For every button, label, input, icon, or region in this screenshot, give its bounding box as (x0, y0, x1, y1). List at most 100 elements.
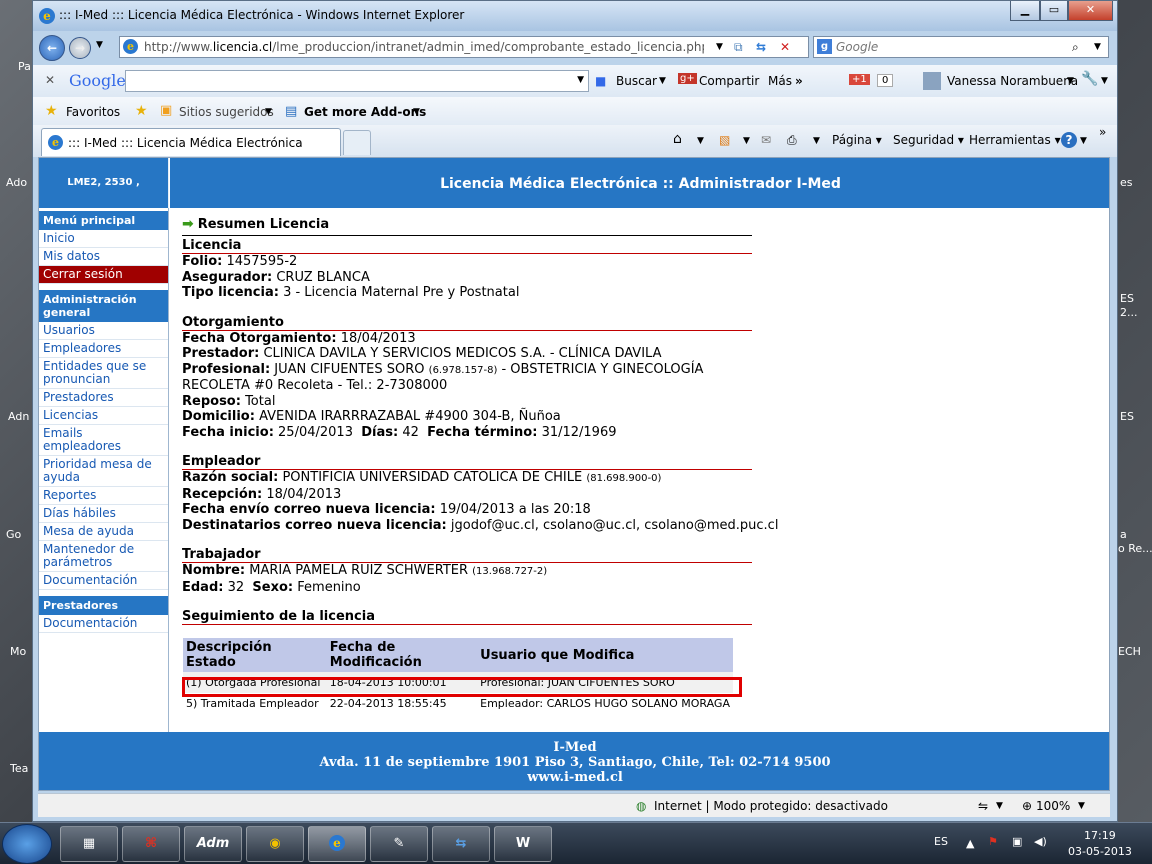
wrench-icon[interactable]: 🔧 (1081, 71, 1098, 87)
highlight-box (182, 677, 742, 697)
url-dropdown-icon[interactable]: ▼ (716, 42, 723, 52)
print-icon[interactable]: ⎙ (787, 133, 797, 148)
sidebar-item-prioridad-mesa[interactable]: Prioridad mesa de ayuda (39, 456, 168, 487)
sidebar-item-emails-empleadores[interactable]: Emails empleadores (39, 425, 168, 456)
desktop-label[interactable]: ES (1120, 410, 1152, 423)
mas-button[interactable]: Más (768, 74, 792, 88)
minimize-button[interactable]: ▁ (1010, 1, 1040, 21)
sitios-sugeridos-link[interactable]: Sitios sugeridos (179, 105, 274, 119)
sidebar-item-prestadores[interactable]: Prestadores (39, 389, 168, 407)
home-icon[interactable]: ⌂ (673, 131, 682, 147)
tray-arrow-icon[interactable]: ▲ (966, 837, 974, 850)
feeds-dropdown-icon[interactable]: ▼ (743, 136, 750, 146)
desktop-label[interactable]: ECH (1118, 645, 1152, 658)
buscar-button[interactable]: Buscar (616, 74, 657, 88)
google-search-input[interactable]: ▼ (125, 70, 589, 92)
zoom-level[interactable]: 100% (1036, 799, 1070, 813)
footer-website[interactable]: www.i-med.cl (39, 770, 1109, 785)
window-title: ::: I-Med ::: Licencia Médica Electrónic… (59, 8, 465, 22)
close-toolbar-icon[interactable]: ✕ (45, 73, 55, 87)
sidebar-item-inicio[interactable]: Inicio (39, 230, 168, 248)
seguridad-menu[interactable]: Seguridad ▾ (893, 133, 964, 147)
close-button[interactable]: ✕ (1068, 1, 1113, 21)
google-dropdown-icon[interactable]: ▼ (577, 75, 584, 85)
compartir-button[interactable]: Compartir (699, 74, 759, 88)
sidebar-item-licencias[interactable]: Licencias (39, 407, 168, 425)
search-dropdown-icon[interactable]: ▼ (1094, 42, 1101, 52)
paint-taskbar-icon[interactable]: ✎ (370, 826, 428, 862)
zoom-dropdown-icon[interactable]: ▼ (1078, 801, 1085, 811)
tab-imed[interactable]: e ::: I-Med ::: Licencia Médica Electrón… (41, 128, 341, 156)
favoritos-button[interactable]: Favoritos (66, 105, 120, 119)
help-dropdown-icon[interactable]: ▼ (1080, 136, 1087, 146)
forward-button[interactable]: → (69, 37, 91, 59)
volume-icon[interactable]: ◀) (1034, 835, 1047, 848)
status-bar: ◍ Internet | Modo protegido: desactivado… (38, 793, 1110, 817)
sugeridos-dropdown-icon[interactable]: ▼ (265, 107, 272, 117)
ie-taskbar-icon[interactable]: e (308, 826, 366, 862)
desktop-label[interactable]: 2... (1120, 306, 1152, 319)
word-taskbar-icon[interactable]: W (494, 826, 552, 862)
network-icon[interactable]: ▣ (1012, 835, 1022, 848)
buscar-dropdown-icon[interactable]: ▼ (659, 76, 666, 86)
history-dropdown-icon[interactable]: ▼ (96, 40, 103, 50)
desktop-label[interactable]: o Re... (1118, 542, 1152, 555)
more-commands-icon[interactable]: » (1099, 125, 1106, 139)
network-warning-icon[interactable]: ⚑ (988, 835, 998, 848)
language-indicator[interactable]: ES (934, 835, 948, 848)
user-name[interactable]: Vanessa Norambuena (947, 74, 1078, 88)
search-placeholder: Google (836, 40, 879, 54)
get-addons-link[interactable]: Get more Add-ons (304, 105, 426, 119)
sidebar-item-entidades[interactable]: Entidades que se pronuncian (39, 358, 168, 389)
refresh-icon[interactable]: ⇆ (756, 40, 766, 54)
add-favorite-icon[interactable]: ★ (135, 103, 148, 119)
chrome-taskbar-icon[interactable]: ◉ (246, 826, 304, 862)
explorer-taskbar-icon[interactable]: ▦ (60, 826, 118, 862)
sidebar-item-empleadores[interactable]: Empleadores (39, 340, 168, 358)
back-button[interactable]: ← (39, 35, 65, 61)
sidebar-item-reportes[interactable]: Reportes (39, 487, 168, 505)
mail-icon[interactable]: ✉ (761, 133, 771, 147)
desktop-label[interactable]: a (1120, 528, 1152, 541)
more-chevron-icon[interactable]: » (795, 74, 803, 88)
sidebar-item-documentacion[interactable]: Documentación (39, 572, 168, 590)
new-tab-button[interactable] (343, 130, 371, 155)
search-box[interactable]: g Google ⌕ ▼ (813, 36, 1109, 58)
pagina-menu[interactable]: Página ▾ (832, 133, 882, 147)
herramientas-menu[interactable]: Herramientas ▾ (969, 133, 1061, 147)
edad-sexo-line: Edad: 32 Sexo: Femenino (182, 579, 361, 595)
sidebar-item-dias-habiles[interactable]: Días hábiles (39, 505, 168, 523)
desktop-label[interactable]: es (1120, 176, 1152, 189)
zoom-icon[interactable]: ⊕ (1022, 799, 1032, 813)
plus-one-button[interactable]: +1 (849, 74, 870, 85)
sidebar-item-mesa-ayuda[interactable]: Mesa de ayuda (39, 523, 168, 541)
clock-time[interactable]: 17:19 (1084, 829, 1116, 842)
user-dropdown-icon[interactable]: ▼ (1067, 76, 1074, 86)
compatibility-view-icon[interactable]: ⧉ (734, 40, 743, 55)
adm-taskbar-icon[interactable]: Adm (184, 826, 242, 862)
start-button[interactable] (2, 824, 52, 864)
desktop-label[interactable]: ES (1120, 292, 1152, 305)
wrench-dropdown-icon[interactable]: ▼ (1101, 76, 1108, 86)
acrobat-taskbar-icon[interactable]: ⌘ (122, 826, 180, 862)
security-icon[interactable]: ⇋ (978, 799, 988, 813)
home-dropdown-icon[interactable]: ▼ (697, 136, 704, 146)
help-icon[interactable]: ? (1061, 132, 1077, 148)
maximize-button[interactable]: ▭ (1040, 1, 1068, 21)
feeds-icon[interactable]: ▧ (719, 133, 730, 147)
sidebar-item-usuarios[interactable]: Usuarios (39, 322, 168, 340)
security-dropdown-icon[interactable]: ▼ (996, 801, 1003, 811)
stop-icon[interactable]: ✕ (780, 40, 790, 54)
sidebar-item-mantenedor[interactable]: Mantenedor de parámetros (39, 541, 168, 572)
search-icon[interactable]: ⌕ (1072, 40, 1079, 55)
teamviewer-taskbar-icon[interactable]: ⇆ (432, 826, 490, 862)
sidebar-item-mis-datos[interactable]: Mis datos (39, 248, 168, 266)
addons-dropdown-icon[interactable]: ▼ (413, 107, 420, 117)
print-dropdown-icon[interactable]: ▼ (813, 136, 820, 146)
sidebar-item-cerrar-sesion[interactable]: Cerrar sesión (39, 266, 168, 284)
zone-status[interactable]: Internet | Modo protegido: desactivado (654, 799, 888, 813)
clock-date[interactable]: 03-05-2013 (1068, 845, 1132, 858)
url-field[interactable]: e http://www.licencia.cl/lme_produccion/… (119, 36, 809, 58)
sidebar-item-documentacion-prestadores[interactable]: Documentación (39, 615, 168, 633)
destinatarios-line: Destinatarios correo nueva licencia: jgo… (182, 517, 779, 533)
